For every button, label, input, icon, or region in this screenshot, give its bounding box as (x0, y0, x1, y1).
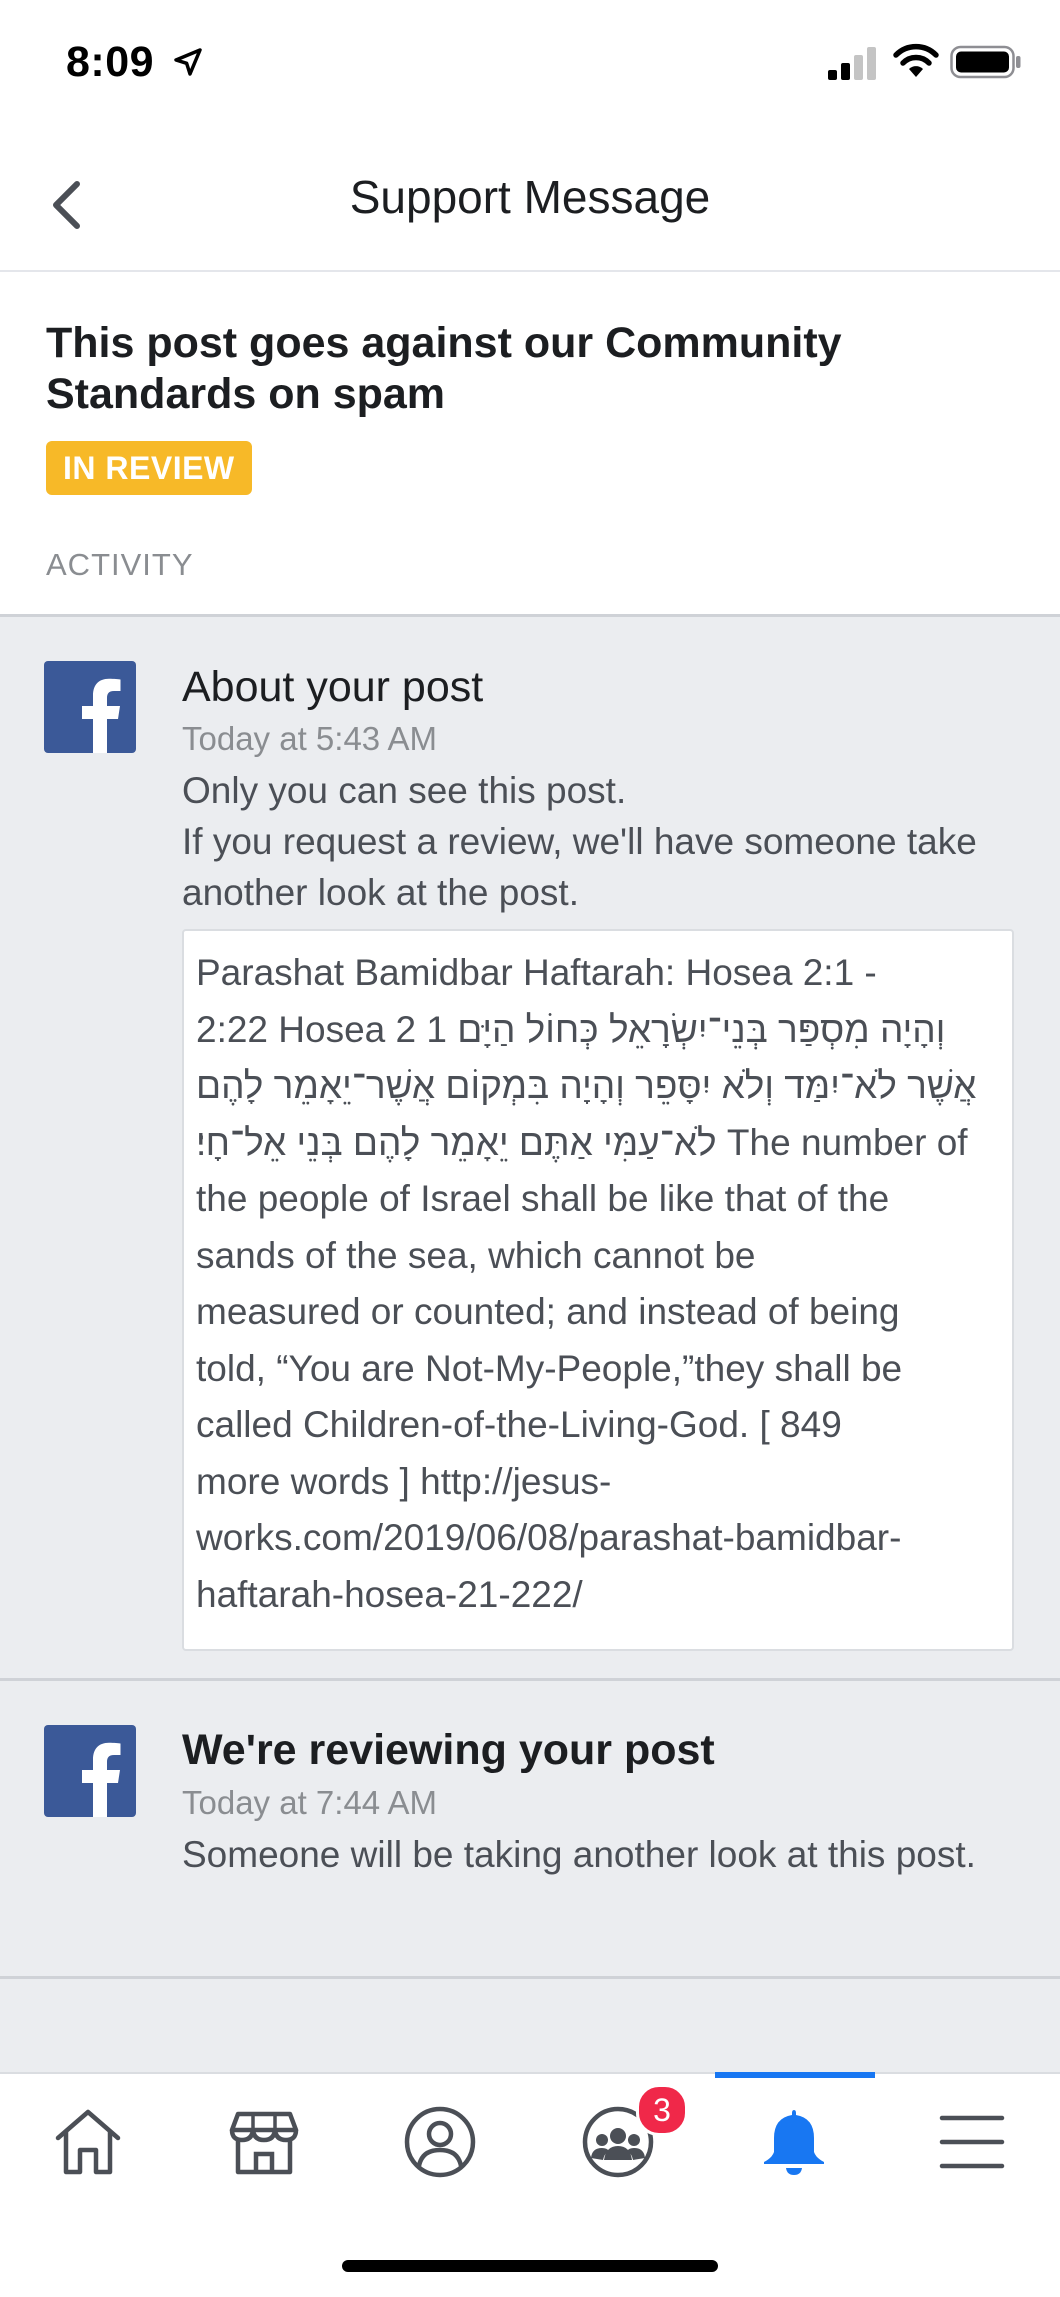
post-text-line: the people of Israel shall be like that … (196, 1178, 890, 1219)
activity-timestamp: Today at 7:44 AM (182, 1784, 437, 1821)
post-text-line: more words ] http://jesus- (196, 1460, 612, 1502)
home-icon (55, 2109, 121, 2175)
notifications-icon (764, 2110, 824, 2175)
location-arrow-icon (174, 48, 202, 76)
facebook-logo-icon (44, 1725, 136, 1817)
profile-icon (404, 2106, 476, 2178)
post-text: Parashat Bamidbar Haftarah: Hosea 2:1 - … (196, 945, 1008, 1623)
activity-title: About your post (182, 663, 484, 711)
activity-body: Only you can see this post. If you reque… (182, 765, 1022, 918)
cellular-signal-icon (828, 47, 876, 80)
activity-body-line: Only you can see this post. (182, 770, 627, 811)
marketplace-icon (229, 2111, 299, 2175)
tab-home[interactable] (0, 2074, 176, 2224)
tab-menu[interactable] (884, 2074, 1060, 2224)
reported-post-preview[interactable]: Parashat Bamidbar Haftarah: Hosea 2:1 - … (182, 929, 1014, 1651)
activity-item: About your post Today at 5:43 AM Only yo… (0, 617, 1060, 1681)
post-text-line: called Children-of-the-Living-God. [ 849 (196, 1404, 842, 1445)
post-text-line: 2:22 Hosea 2 1 וְהָיָה מִסְפַּר בְּנֵי־י… (196, 1008, 946, 1050)
battery-icon (950, 45, 1021, 79)
nav-bar: Support Message (0, 140, 1060, 272)
post-text-line: אֲשֶׁר לֹא־יִמַּד וְלֹא יִסָּפֵר וְהָיָה… (196, 1065, 977, 1106)
post-text-line: Parashat Bamidbar Haftarah: Hosea 2:1 - (196, 952, 877, 993)
tab-notifications[interactable] (706, 2074, 882, 2224)
post-text-line: haftarah-hosea-21-222/ (196, 1573, 583, 1615)
message-title: This post goes against our Community Sta… (46, 319, 842, 418)
activity-section-label: ACTIVITY (46, 547, 194, 582)
tab-marketplace[interactable] (176, 2074, 352, 2224)
activity-feed: About your post Today at 5:43 AM Only yo… (0, 617, 1060, 2072)
page-title: Support Message (349, 171, 711, 223)
status-badge: IN REVIEW (46, 441, 252, 495)
post-text-line: works.com/2019/06/08/parashat-bamidbar- (196, 1517, 902, 1558)
status-time: 8:09 (66, 38, 155, 86)
notification-count-badge: 3 (636, 2084, 688, 2136)
post-text-line: לֹא־עַמִּי אַתֶּם יֵאָמֵר לָהֶם בְּנֵי א… (196, 1121, 968, 1163)
tab-profile[interactable] (352, 2074, 528, 2224)
home-indicator[interactable] (342, 2260, 718, 2272)
post-text-line: told, “You are Not-My-People,”they shall… (196, 1347, 903, 1389)
post-text-line: measured or counted; and instead of bein… (196, 1291, 900, 1332)
activity-item: We're reviewing your post Today at 7:44 … (0, 1681, 1060, 1979)
menu-icon (939, 2115, 1005, 2169)
activity-body-line: If you request a review, we'll have some… (182, 821, 977, 913)
facebook-logo-icon (44, 661, 136, 753)
message-header: This post goes against our Community Sta… (0, 272, 1060, 617)
wifi-icon (893, 43, 939, 77)
status-bar: 8:09 (0, 0, 1060, 130)
activity-timestamp: Today at 5:43 AM (182, 720, 437, 757)
activity-title: We're reviewing your post (182, 1726, 715, 1774)
activity-body: Someone will be taking another look at t… (182, 1834, 976, 1875)
post-text-line: sands of the sea, which cannot be (196, 1234, 756, 1276)
